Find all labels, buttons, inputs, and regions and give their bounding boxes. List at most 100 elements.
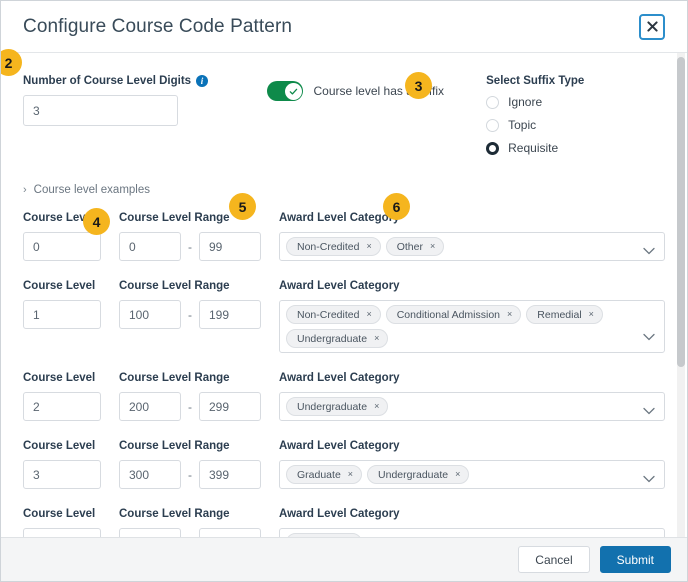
- course-level-label: Course Level: [23, 372, 96, 384]
- course-level-input[interactable]: [23, 460, 101, 489]
- table-row: Course Level Course Level Range - Award …: [23, 372, 665, 421]
- list-item[interactable]: Conditional Admission ×: [385, 305, 522, 324]
- list-item[interactable]: Graduate ×: [286, 465, 363, 484]
- course-level-suffix-toggle[interactable]: [267, 81, 304, 101]
- course-level-cell: Course Level: [23, 280, 119, 329]
- tag-remove-icon[interactable]: ×: [366, 310, 371, 319]
- configure-course-code-pattern-dialog: Configure Course Code Pattern Number of …: [0, 0, 688, 582]
- tag-label: Undergraduate: [378, 468, 449, 481]
- range-from-input[interactable]: [119, 460, 181, 489]
- dialog-footer: Cancel Submit: [1, 537, 687, 581]
- award-level-category-multiselect[interactable]: Non-Credited × Other ×: [279, 232, 665, 261]
- list-item[interactable]: Non-Credited ×: [286, 305, 381, 324]
- callout-badge-6: 6: [383, 193, 410, 220]
- award-level-category-cell: Award Level Category Graduate ×: [279, 508, 665, 537]
- course-level-cell: Course Level: [23, 372, 119, 421]
- award-level-category-multiselect[interactable]: Non-Credited × Conditional Admission × R…: [279, 300, 665, 353]
- list-item[interactable]: Remedial ×: [526, 305, 603, 324]
- tag-remove-icon[interactable]: ×: [348, 470, 353, 479]
- range-from-input[interactable]: [119, 528, 181, 537]
- tag-label: Graduate: [297, 537, 341, 538]
- list-item[interactable]: Undergraduate ×: [367, 465, 470, 484]
- radio-option-topic[interactable]: Topic: [486, 118, 665, 132]
- award-level-category-label: Award Level Category: [279, 440, 400, 452]
- radio-ignore-label: Ignore: [508, 95, 543, 109]
- course-level-range-cell: Course Level Range -: [119, 440, 279, 489]
- radio-requisite-indicator: [486, 141, 500, 155]
- chevron-down-icon: [643, 242, 655, 260]
- course-level-cell: Course Level: [23, 440, 119, 489]
- page-title: Configure Course Code Pattern: [23, 15, 293, 37]
- tag-remove-icon[interactable]: ×: [430, 242, 435, 251]
- submit-button[interactable]: Submit: [599, 546, 671, 573]
- range-from-input[interactable]: [119, 300, 181, 329]
- chevron-down-icon: [643, 402, 655, 420]
- close-icon: [646, 21, 658, 32]
- list-item[interactable]: Other ×: [385, 237, 445, 256]
- course-level-suffix-toggle-group: Course level has a suffix: [267, 75, 486, 101]
- tag-label: Other: [396, 240, 423, 253]
- award-level-category-multiselect[interactable]: Undergraduate ×: [279, 392, 665, 421]
- course-level-digits-input[interactable]: [23, 95, 178, 126]
- tag-remove-icon[interactable]: ×: [366, 242, 371, 251]
- pattern-settings-section: Number of Course Level Digits i Course l…: [23, 67, 665, 164]
- close-button[interactable]: [639, 13, 665, 40]
- award-level-category-cell: Award Level Category Non-Credited × Othe…: [279, 212, 665, 261]
- tag-remove-icon[interactable]: ×: [374, 334, 379, 343]
- radio-option-requisite[interactable]: Requisite: [486, 141, 665, 155]
- course-level-examples-expander[interactable]: › Course level examples: [23, 184, 665, 196]
- radio-ignore-indicator: [486, 95, 500, 109]
- suffix-type-legend: Select Suffix Type: [486, 75, 585, 87]
- list-item[interactable]: Undergraduate ×: [286, 329, 389, 348]
- range-separator: -: [188, 307, 192, 322]
- list-item[interactable]: Non-Credited ×: [286, 237, 381, 256]
- tag-remove-icon[interactable]: ×: [507, 310, 512, 319]
- range-to-input[interactable]: [199, 528, 261, 537]
- cancel-button[interactable]: Cancel: [518, 546, 590, 573]
- tag-remove-icon[interactable]: ×: [374, 402, 379, 411]
- radio-option-ignore[interactable]: Ignore: [486, 95, 665, 109]
- callout-badge-4: 4: [83, 208, 110, 235]
- course-level-label: Course Level: [23, 508, 96, 520]
- chevron-down-icon: [643, 470, 655, 488]
- course-level-cell: Course Level: [23, 508, 119, 537]
- tag-remove-icon[interactable]: ×: [589, 310, 594, 319]
- course-level-input[interactable]: [23, 392, 101, 421]
- course-level-range-cell: Course Level Range -: [119, 372, 279, 421]
- radio-requisite-label: Requisite: [508, 141, 559, 155]
- table-row: Course Level Course Level Range - Award …: [23, 212, 665, 261]
- course-level-input[interactable]: [23, 232, 101, 261]
- list-item[interactable]: Undergraduate ×: [286, 397, 389, 416]
- course-level-label: Course Level: [23, 440, 96, 452]
- range-to-input[interactable]: [199, 232, 261, 261]
- range-to-input[interactable]: [199, 460, 261, 489]
- range-to-input[interactable]: [199, 300, 261, 329]
- course-level-range-label: Course Level Range: [119, 372, 230, 384]
- course-level-range-label: Course Level Range: [119, 440, 230, 452]
- award-level-category-multiselect[interactable]: Graduate ×: [279, 528, 665, 537]
- scrollbar-thumb[interactable]: [677, 57, 685, 367]
- tag-remove-icon[interactable]: ×: [455, 470, 460, 479]
- range-to-input[interactable]: [199, 392, 261, 421]
- callout-badge-5: 5: [229, 193, 256, 220]
- table-row: Course Level Course Level Range - Award …: [23, 440, 665, 489]
- callout-badge-3: 3: [405, 72, 432, 99]
- course-level-range-label: Course Level Range: [119, 280, 230, 292]
- course-level-range-cell: Course Level Range -: [119, 508, 279, 537]
- course-level-input[interactable]: [23, 300, 101, 329]
- range-from-input[interactable]: [119, 392, 181, 421]
- course-level-digits-label-text: Number of Course Level Digits: [23, 75, 192, 87]
- course-level-digits-label: Number of Course Level Digits i: [23, 75, 267, 87]
- course-level-input[interactable]: [23, 528, 101, 537]
- dialog-body: Number of Course Level Digits i Course l…: [1, 53, 687, 537]
- radio-topic-label: Topic: [508, 118, 537, 132]
- range-from-input[interactable]: [119, 232, 181, 261]
- info-icon[interactable]: i: [196, 75, 209, 87]
- range-separator: -: [188, 467, 192, 482]
- range-separator: -: [188, 239, 192, 254]
- tag-label: Remedial: [537, 308, 582, 321]
- award-level-category-cell: Award Level Category Graduate × Undergra…: [279, 440, 665, 489]
- award-level-category-multiselect[interactable]: Graduate × Undergraduate ×: [279, 460, 665, 489]
- range-separator: -: [188, 399, 192, 414]
- list-item[interactable]: Graduate ×: [286, 533, 363, 538]
